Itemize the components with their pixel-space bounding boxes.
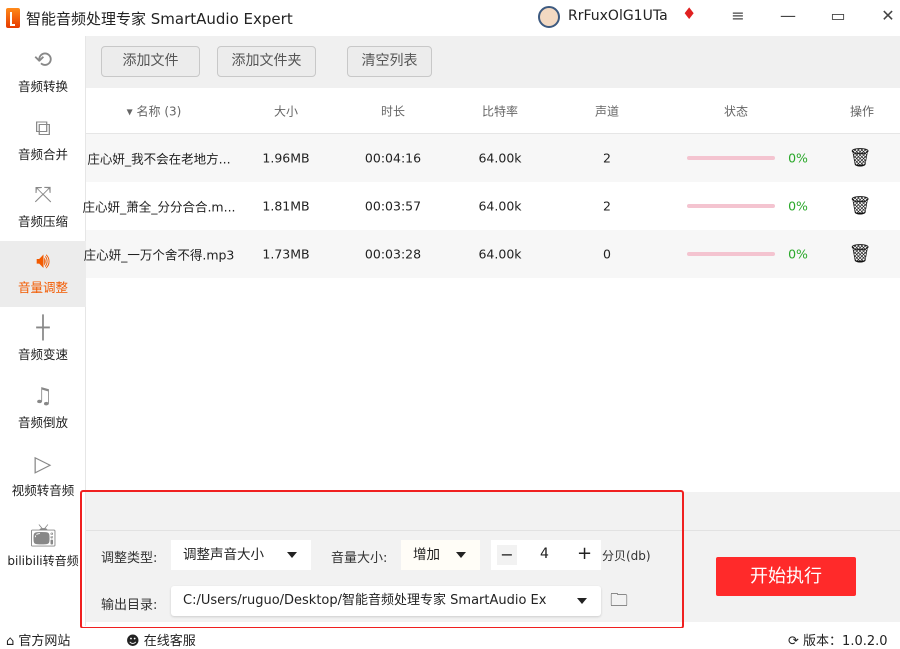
convert-icon: ⟲	[33, 48, 53, 73]
website-link[interactable]: ⌂ 官方网站	[6, 630, 70, 649]
sidebar-item-speed[interactable]: ┼ 音频变速	[0, 308, 86, 374]
window-title: 智能音频处理专家 SmartAudio Expert	[26, 10, 293, 28]
trash-icon[interactable]: 🗑︎	[849, 244, 872, 265]
avatar[interactable]	[538, 6, 560, 28]
sidebar-item-convert[interactable]: ⟲ 音频转换	[0, 40, 86, 106]
progress-text: 0%	[788, 246, 808, 262]
volume-mode-value: 增加	[413, 547, 440, 563]
table-body: 庄心妍_我不会在老地方... 1.96MB 00:04:16 64.00k 2 …	[82, 134, 900, 278]
file-bitrate: 64.00k	[478, 246, 522, 262]
support-link[interactable]: ☻ 在线客服	[126, 630, 196, 649]
bilibili-icon: 📺︎	[29, 524, 57, 549]
file-duration: 00:04:16	[364, 150, 422, 166]
file-duration: 00:03:28	[364, 246, 422, 262]
trash-icon[interactable]: 🗑︎	[849, 196, 872, 217]
increment-button[interactable]: +	[577, 543, 592, 564]
file-table: ▾ 名称 (3) 大小 时长 比特率 声道 状态 操作 庄心妍_我不会在老地方.…	[82, 88, 900, 278]
start-button[interactable]: 开始执行	[716, 557, 856, 596]
file-bitrate: 64.00k	[478, 198, 522, 214]
app-logo-icon	[6, 8, 20, 28]
table-header: ▾ 名称 (3) 大小 时长 比特率 声道 状态 操作	[86, 88, 900, 134]
chevron-down-icon	[287, 552, 297, 558]
header-action: 操作	[849, 104, 875, 118]
file-size: 1.96MB	[262, 150, 310, 166]
version-info[interactable]: ⟳ 版本：1.0.2.0	[788, 630, 888, 649]
merge-icon: ⧉	[35, 116, 51, 141]
maximize-icon[interactable]: ▭	[826, 6, 850, 25]
output-path-select[interactable]: C:/Users/ruguo/Desktop/智能音频处理专家 SmartAud…	[171, 586, 601, 616]
file-bitrate: 64.00k	[478, 150, 522, 166]
type-select[interactable]: 调整声音大小	[171, 540, 311, 570]
file-channels: 2	[603, 150, 611, 166]
footer: ⌂ 官方网站 ☻ 在线客服 ⟳ 版本：1.0.2.0	[0, 628, 900, 649]
trash-icon[interactable]: 🗑︎	[849, 148, 872, 169]
volume-label: 音量大小:	[331, 551, 388, 566]
file-size: 1.81MB	[262, 198, 310, 214]
table-row[interactable]: 庄心妍_一万个舍不得.mp3 1.73MB 00:03:28 64.00k 0 …	[83, 230, 900, 278]
toolbar: 添加文件 添加文件夹 清空列表	[86, 36, 900, 88]
sidebar: ⟲ 音频转换 ⧉ 音频合并 ⤧ 音频压缩 🔊︎ 音量调整 ┼ 音频变速 ♫ 音频倒放 ▷ 视频…	[0, 36, 86, 626]
header-size[interactable]: 大小	[274, 102, 298, 119]
sidebar-item-volume[interactable]: 🔊︎ 音量调整	[0, 241, 86, 307]
progress-bar	[687, 252, 775, 256]
progress-bar	[687, 156, 775, 160]
file-name: 庄心妍_一万个舍不得.mp3	[83, 247, 235, 263]
title-bar: 智能音频处理专家 SmartAudio Expert RrFuxOlG1UTa …	[0, 0, 900, 36]
volume-stepper[interactable]: − 4 +	[491, 540, 601, 570]
file-size: 1.73MB	[262, 246, 310, 262]
folder-icon[interactable]: 🗀	[610, 588, 628, 618]
header-channels[interactable]: 声道	[595, 102, 619, 119]
sidebar-item-merge[interactable]: ⧉ 音频合并	[0, 108, 86, 174]
file-name: 庄心妍_我不会在老地方...	[87, 151, 231, 167]
home-icon: ⌂	[6, 634, 15, 649]
file-channels: 2	[603, 198, 611, 214]
progress-text: 0%	[788, 150, 808, 166]
progress-bar	[687, 204, 775, 208]
table-row[interactable]: 庄心妍_萧全_分分合合.m... 1.81MB 00:03:57 64.00k …	[82, 182, 900, 230]
header-name[interactable]: ▾ 名称 (3)	[127, 102, 182, 119]
vip-diamond-icon[interactable]: ♦	[682, 4, 696, 23]
refresh-icon: ⟳	[788, 634, 799, 649]
play-icon: ▷	[34, 452, 52, 477]
menu-icon[interactable]: ≡	[726, 6, 750, 25]
speed-icon: ┼	[36, 316, 50, 341]
output-path-value: C:/Users/ruguo/Desktop/智能音频处理专家 SmartAud…	[183, 593, 547, 608]
chevron-down-icon	[456, 552, 466, 558]
close-icon[interactable]: ✕	[876, 6, 900, 25]
type-label: 调整类型:	[101, 551, 158, 566]
sidebar-item-reverse[interactable]: ♫ 音频倒放	[0, 376, 86, 442]
add-folder-button[interactable]: 添加文件夹	[217, 46, 316, 77]
file-name: 庄心妍_萧全_分分合合.m...	[82, 199, 236, 215]
output-label: 输出目录:	[101, 598, 158, 613]
decrement-button[interactable]: −	[497, 545, 517, 565]
header-duration[interactable]: 时长	[381, 102, 405, 119]
minimize-icon[interactable]: —	[776, 6, 800, 25]
volume-icon: 🔊︎	[36, 249, 50, 274]
file-channels: 0	[603, 246, 611, 262]
volume-value[interactable]: 4	[540, 546, 549, 562]
username[interactable]: RrFuxOlG1UTa	[568, 8, 668, 24]
add-file-button[interactable]: 添加文件	[101, 46, 200, 77]
headset-icon: ☻	[126, 634, 140, 649]
volume-mode-select[interactable]: 增加	[401, 540, 480, 570]
compress-icon: ⤧	[34, 183, 52, 208]
sidebar-item-video-to-audio[interactable]: ▷ 视频转音频	[0, 444, 86, 510]
clear-list-button[interactable]: 清空列表	[347, 46, 432, 77]
sidebar-item-bilibili[interactable]: 📺︎ bilibili转音频	[0, 516, 86, 582]
header-status: 状态	[723, 104, 749, 118]
unit-label: 分贝(db)	[602, 549, 651, 563]
music-note-icon: ♫	[33, 384, 53, 409]
file-duration: 00:03:57	[364, 198, 422, 214]
header-bitrate[interactable]: 比特率	[482, 102, 518, 119]
table-row[interactable]: 庄心妍_我不会在老地方... 1.96MB 00:04:16 64.00k 2 …	[86, 134, 900, 182]
sidebar-item-compress[interactable]: ⤧ 音频压缩	[0, 175, 86, 241]
progress-text: 0%	[788, 198, 808, 214]
chevron-down-icon	[577, 598, 587, 604]
type-value: 调整声音大小	[183, 547, 264, 563]
